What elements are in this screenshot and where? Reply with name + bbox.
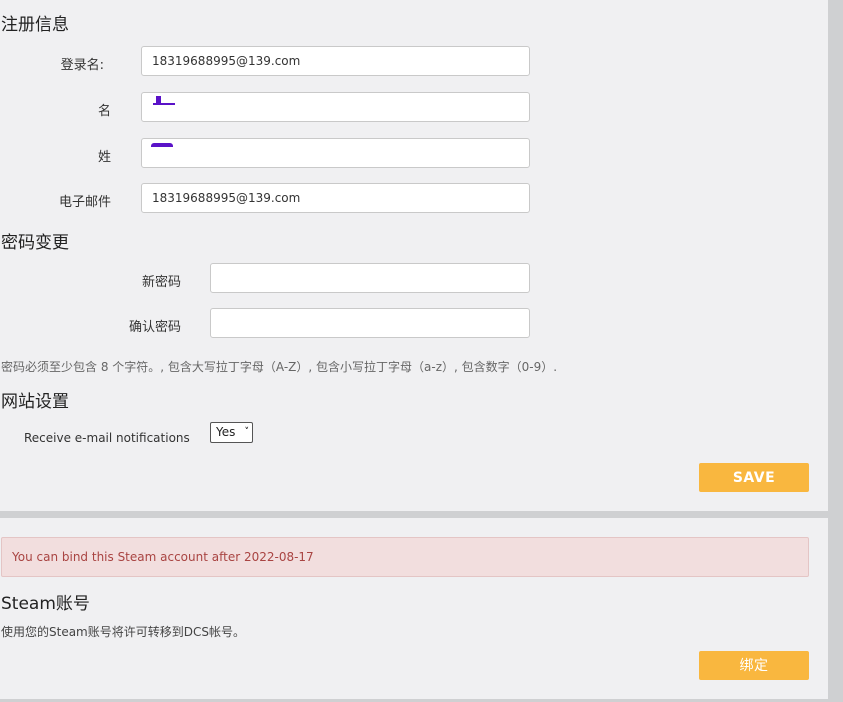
last-name-label: 姓	[97, 150, 111, 165]
confirm-password-input[interactable]	[210, 308, 530, 338]
registration-title: 注册信息	[1, 15, 69, 35]
bind-steam-button[interactable]: 绑定	[699, 651, 809, 680]
login-label: 登录名:	[60, 58, 104, 73]
steam-description: 使用您的Steam账号将许可转移到DCS帐号。	[1, 625, 245, 639]
new-password-input[interactable]	[210, 263, 530, 293]
notifications-select[interactable]: Yes ˅	[210, 422, 253, 443]
password-hint: 密码必须至少包含 8 个字符。, 包含大写拉丁字母（A-Z）, 包含小写拉丁字母…	[1, 360, 558, 374]
login-input[interactable]	[141, 46, 530, 76]
notifications-label: Receive e-mail notifications	[24, 431, 190, 445]
steam-bind-alert: You can bind this Steam account after 20…	[1, 537, 809, 577]
redaction-mark	[151, 143, 173, 147]
email-label: 电子邮件	[58, 195, 111, 210]
redaction-mark	[153, 103, 175, 105]
first-name-label: 名	[97, 104, 111, 119]
email-input[interactable]	[141, 183, 530, 213]
chevron-down-icon: ˅	[244, 427, 250, 437]
redaction-mark	[156, 96, 161, 103]
new-password-label: 新密码	[141, 275, 181, 290]
last-name-input[interactable]	[141, 138, 530, 168]
site-settings-title: 网站设置	[1, 392, 69, 412]
confirm-password-label: 确认密码	[128, 320, 181, 335]
save-button[interactable]: SAVE	[699, 463, 809, 492]
notifications-selected-value: Yes	[216, 425, 236, 439]
steam-title: Steam账号	[1, 594, 90, 614]
profile-panel: 注册信息 登录名: 名 姓 电子邮件 密码变更 新密码 确认密码 密码必须至少包…	[0, 0, 828, 511]
first-name-input[interactable]	[141, 92, 530, 122]
steam-panel: You can bind this Steam account after 20…	[0, 518, 828, 699]
password-title: 密码变更	[1, 233, 69, 253]
